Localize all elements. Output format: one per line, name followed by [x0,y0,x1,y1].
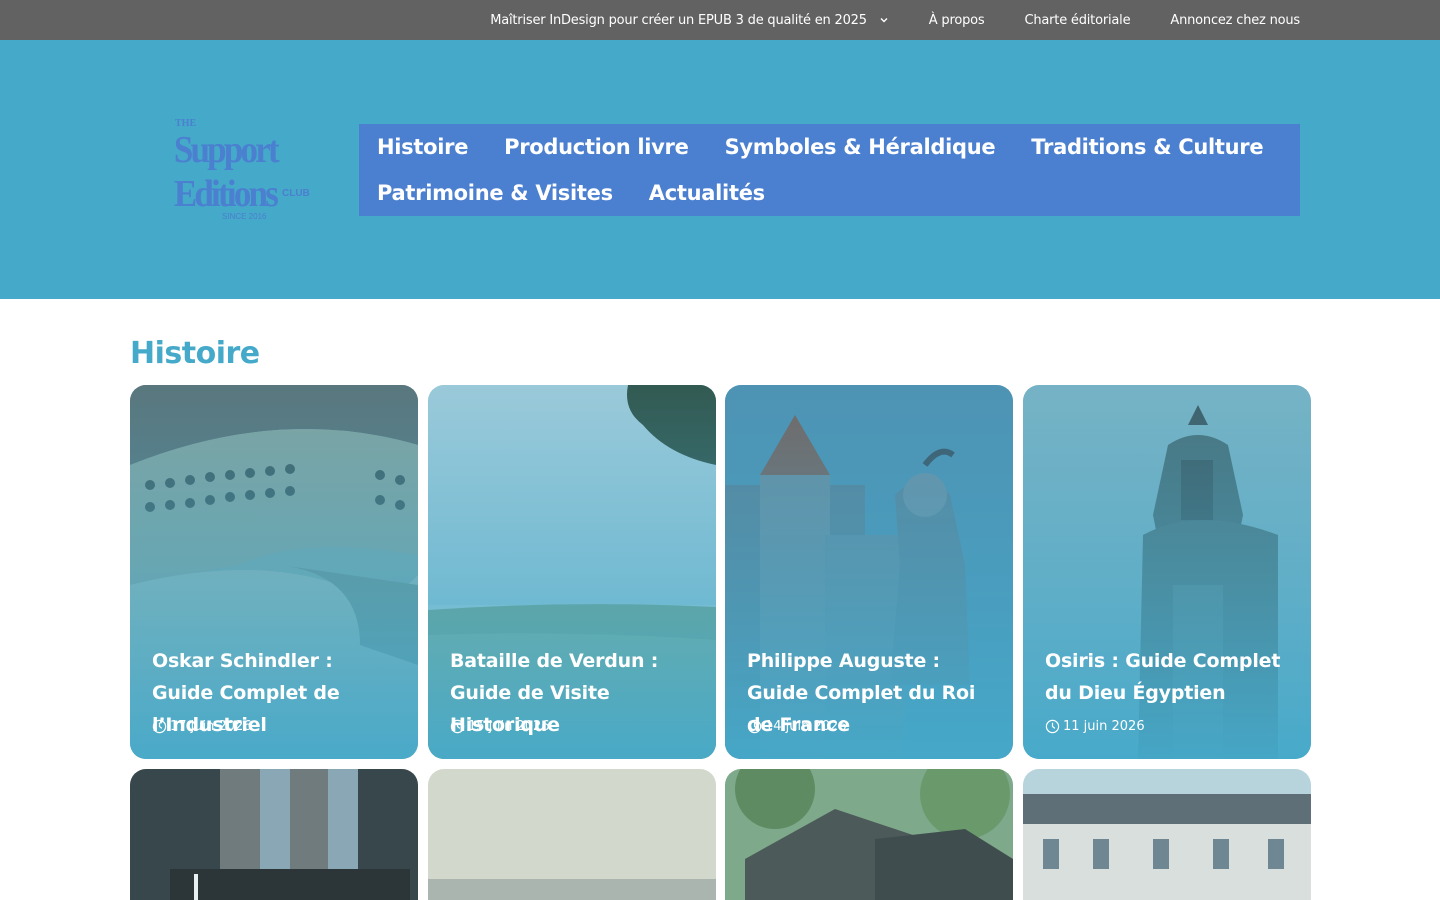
card-date: 15 juin 2026 [468,719,550,734]
nav-item-histoire[interactable]: Histoire [377,135,468,159]
card-meta: 17 juin 2026 [152,719,252,734]
clock-icon [152,719,167,734]
article-card[interactable] [725,769,1013,900]
main-nav-row: Patrimoine & Visites Actualités [359,170,1300,216]
svg-text:Editions: Editions [174,172,279,215]
nav-item-patrimoine-visites[interactable]: Patrimoine & Visites [377,181,613,205]
nav-item-symboles-heraldique[interactable]: Symboles & Héraldique [725,135,996,159]
topbar-link-label: Maîtriser InDesign pour créer un EPUB 3 … [490,12,867,28]
clock-icon [450,719,465,734]
svg-text:Support: Support [174,128,280,171]
card-image-chateau [1023,769,1311,900]
topbar-link-indesign-epub[interactable]: Maîtriser InDesign pour créer un EPUB 3 … [490,13,889,28]
article-card[interactable]: Oskar Schindler : Guide Complet de l’Ind… [130,385,418,759]
topbar-link-advertise[interactable]: Annoncez chez nous [1170,13,1300,28]
svg-text:SINCE 2016: SINCE 2016 [222,212,267,221]
chevron-down-icon[interactable] [879,15,889,25]
section-title: Histoire [130,336,260,371]
topbar-link-about[interactable]: À propos [929,13,985,28]
card-image-church-window [130,769,418,900]
nav-item-traditions-culture[interactable]: Traditions & Culture [1031,135,1263,159]
main-nav-row: Histoire Production livre Symboles & Hér… [359,124,1300,170]
nav-item-production-livre[interactable]: Production livre [504,135,689,159]
article-card[interactable] [1023,769,1311,900]
card-meta: 15 juin 2026 [450,719,550,734]
card-title[interactable]: Osiris : Guide Complet du Dieu Égyptien [1045,645,1293,709]
article-card[interactable]: Bataille de Verdun : Guide de Visite His… [428,385,716,759]
topbar-link-editorial-charter[interactable]: Charte éditoriale [1024,13,1130,28]
secondary-nav: Maîtriser InDesign pour créer un EPUB 3 … [490,0,1300,40]
site-logo[interactable]: THE Support Editions CLUB SINCE 2016 [172,114,322,224]
nav-item-actualites[interactable]: Actualités [649,181,765,205]
article-card[interactable]: Osiris : Guide Complet du Dieu Égyptien … [1023,385,1311,759]
clock-icon [1045,719,1060,734]
site-header: THE Support Editions CLUB SINCE 2016 His… [0,40,1440,299]
card-date: 11 juin 2026 [1063,719,1145,734]
article-card[interactable] [428,769,716,900]
card-image-misty-sea [428,769,716,900]
main-nav: Histoire Production livre Symboles & Hér… [359,124,1300,216]
article-card[interactable] [130,769,418,900]
top-bar: Maîtriser InDesign pour créer un EPUB 3 … [0,0,1440,40]
svg-text:CLUB: CLUB [282,188,310,199]
card-meta: 14 juin 2026 [747,719,847,734]
card-date: 17 juin 2026 [170,719,252,734]
card-date: 14 juin 2026 [765,719,847,734]
article-card[interactable]: Philippe Auguste : Guide Complet du Roi … [725,385,1013,759]
card-image-wooden-house [725,769,1013,900]
card-meta: 11 juin 2026 [1045,719,1145,734]
clock-icon [747,719,762,734]
